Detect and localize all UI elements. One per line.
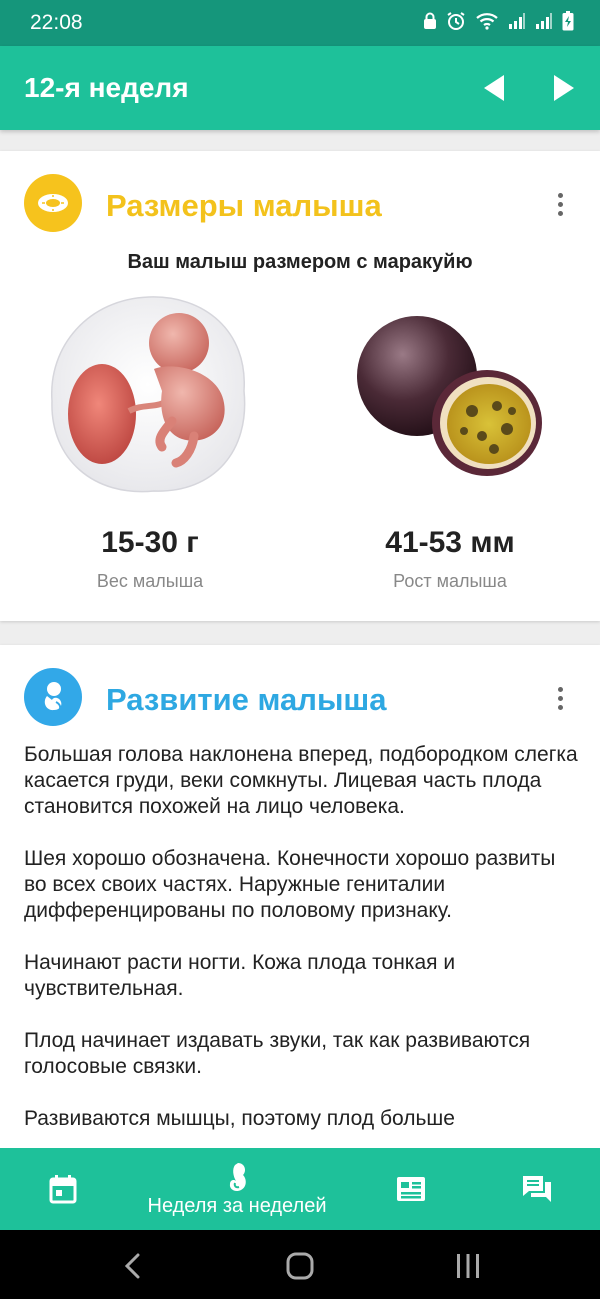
recent-apps-button[interactable] (448, 1250, 488, 1282)
wifi-icon (475, 12, 499, 35)
weight-value: 15-30 г (101, 526, 199, 559)
bottom-navigation: Неделя за неделей (0, 1148, 600, 1230)
status-icons (423, 11, 574, 36)
baby-size-title: Размеры малыша (106, 188, 382, 223)
baby-development-card: Развитие малыша Большая голова наклонена… (0, 645, 600, 1148)
triangle-right-icon (554, 75, 574, 101)
signal-icon (508, 12, 526, 35)
content-scroll[interactable]: Размеры малыша Ваш малыш размером с мара… (0, 130, 600, 1148)
weight-label: Вес малыша (96, 571, 204, 591)
week-title: 12-я неделя (24, 72, 189, 103)
previous-week-button[interactable] (476, 70, 512, 106)
next-week-button[interactable] (546, 70, 582, 106)
system-navigation-bar (0, 1230, 600, 1299)
status-bar: 22:08 (0, 0, 600, 46)
fetus-icon (24, 668, 82, 726)
baby-size-card: Размеры малыша Ваш малыш размером с мара… (0, 151, 600, 621)
week-by-week-label: Неделя за неделей (147, 1194, 327, 1217)
calendar-icon (49, 1175, 77, 1204)
description-paragraph: Начинают расти ногти. Кожа плода тонкая … (24, 951, 456, 1000)
height-label: Рост малыша (393, 571, 507, 591)
home-icon (286, 1252, 314, 1280)
passion-fruit-image (357, 316, 542, 476)
baby-development-title: Развитие малыша (106, 682, 387, 717)
description-paragraph: Большая голова наклонена вперед, подборо… (24, 743, 578, 818)
chat-icon (523, 1176, 551, 1202)
alarm-icon (446, 11, 466, 36)
back-button[interactable] (112, 1250, 152, 1282)
calendar-tab[interactable] (30, 1148, 96, 1230)
news-icon (397, 1177, 425, 1201)
measuring-tape-icon (24, 174, 82, 232)
signal-icon-2 (535, 12, 553, 35)
height-value: 41-53 мм (385, 526, 515, 559)
development-description: Большая голова наклонена вперед, подборо… (24, 742, 580, 1148)
news-tab[interactable] (378, 1148, 444, 1230)
description-paragraph: Развиваются мышцы, поэтому плод больше (24, 1107, 455, 1130)
home-button[interactable] (280, 1250, 320, 1282)
lock-icon (423, 12, 437, 35)
chat-tab[interactable] (504, 1148, 570, 1230)
description-paragraph: Шея хорошо обозначена. Конечности хорошо… (24, 847, 556, 922)
size-comparison-text: Ваш малыш размером с маракуйю (127, 251, 473, 273)
app-bar: 12-я неделя (0, 46, 600, 130)
baby-icon (229, 1162, 246, 1191)
embryo-image (51, 296, 246, 493)
back-chevron-icon (124, 1253, 140, 1279)
status-time: 22:08 (30, 11, 83, 34)
more-options-button[interactable] (548, 678, 572, 718)
week-by-week-tab[interactable]: Неделя за неделей (130, 1148, 344, 1230)
triangle-left-icon (484, 75, 504, 101)
battery-icon (562, 11, 574, 36)
recent-apps-icon (457, 1254, 479, 1278)
more-options-button[interactable] (548, 184, 572, 224)
description-paragraph: Плод начинает издавать звуки, так как ра… (24, 1029, 531, 1078)
